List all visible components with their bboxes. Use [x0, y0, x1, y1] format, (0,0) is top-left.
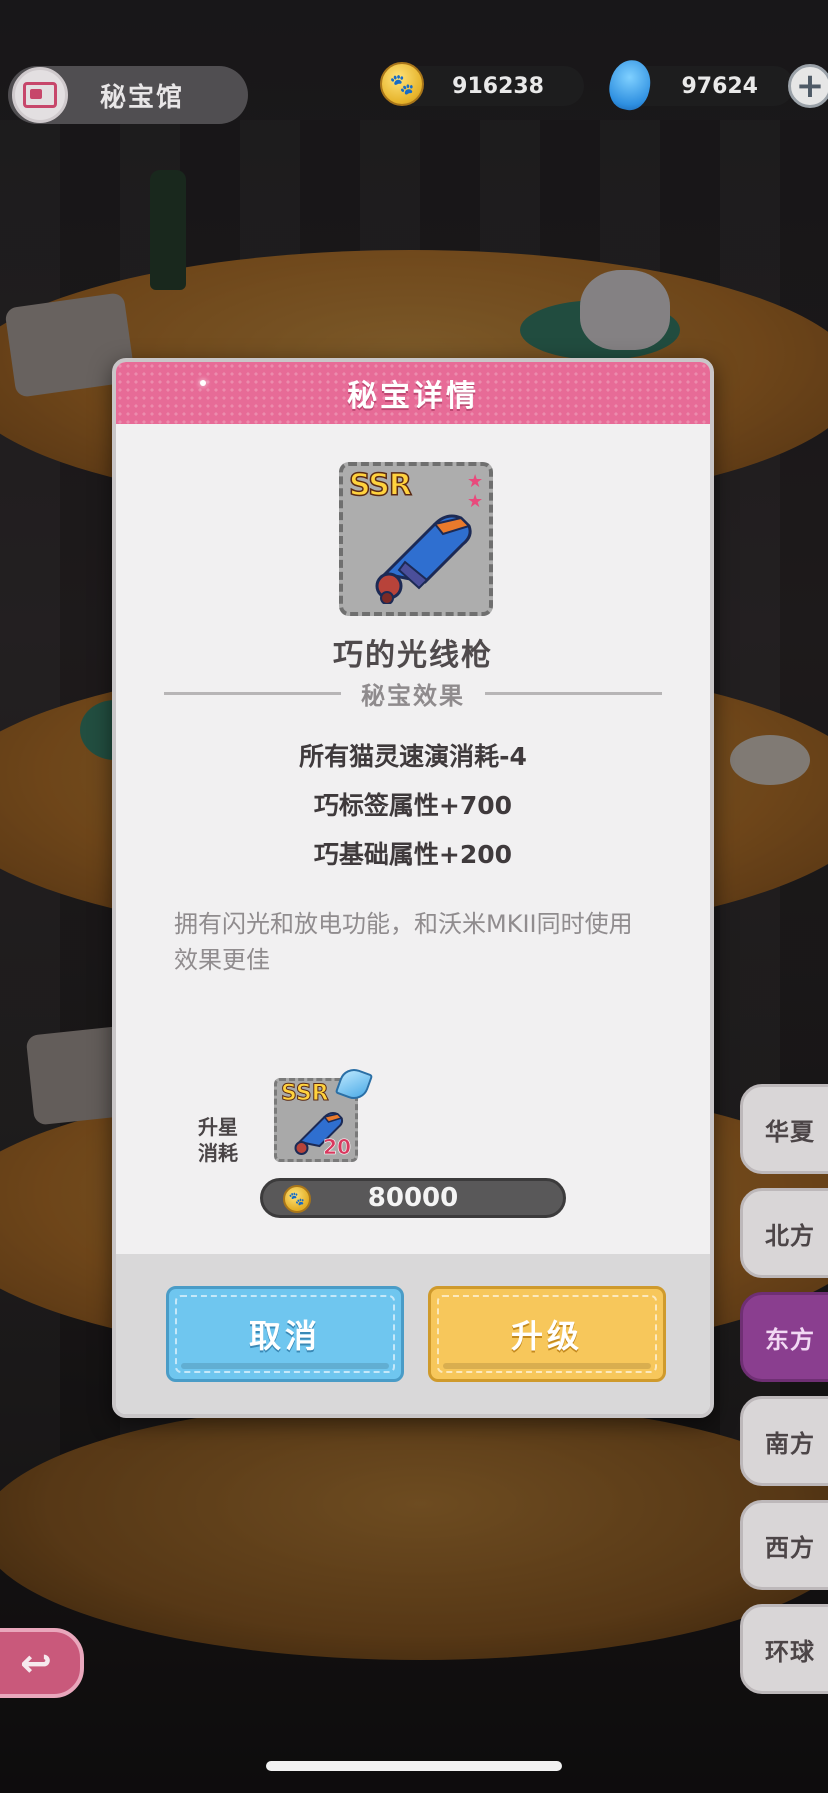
back-button[interactable]: ↩: [0, 1628, 84, 1698]
museum-title-bar: 秘宝馆: [8, 66, 248, 124]
cost-item-card[interactable]: SSR 20: [274, 1064, 374, 1162]
dialog-footer: 取消 升级: [116, 1254, 710, 1414]
upgrade-feather-icon: [334, 1064, 374, 1104]
page-title: 秘宝馆: [100, 82, 185, 113]
coin-value: 916238: [452, 73, 544, 99]
rarity-badge: SSR: [348, 467, 412, 504]
effect-item: 所有猫灵速演消耗-4: [299, 742, 527, 771]
divider-line: [485, 691, 662, 695]
region-tab-west[interactable]: 西方: [740, 1500, 828, 1590]
gem-value: 97624: [681, 73, 758, 99]
item-description: 拥有闪光和放电功能，和沃米MKII同时使用效果更佳: [174, 910, 633, 974]
upgrade-cost-label: 升星 消耗: [188, 1114, 248, 1166]
paw-coin-icon: 🐾: [380, 62, 424, 106]
divider-line: [164, 691, 341, 695]
dialog-title: 秘宝详情: [347, 379, 479, 414]
effects-section-header: 秘宝效果: [164, 678, 662, 710]
region-tab-huaxia[interactable]: 华夏: [740, 1084, 828, 1174]
cost-label-line: 升星: [198, 1115, 238, 1139]
coin-counter: 🐾 916238: [380, 62, 584, 106]
region-tab-south[interactable]: 南方: [740, 1396, 828, 1486]
museum-icon: [12, 67, 68, 123]
region-tab-north[interactable]: 北方: [740, 1188, 828, 1278]
upgrade-price-bar: 🐾 80000: [260, 1178, 566, 1218]
section-title: 秘宝效果: [361, 681, 465, 710]
item-name: 巧的光线枪: [333, 638, 493, 673]
gem-counter: 97624: [605, 56, 794, 114]
upgrade-button-label: 升级: [510, 1317, 583, 1355]
treasure-detail-dialog: 秘宝详情 SSR ★ ★ 巧的光线枪 秘宝效果 所有猫灵速演消耗-4 巧标签属性…: [112, 358, 714, 1418]
star-icon: ★: [467, 471, 484, 492]
cancel-button-label: 取消: [248, 1317, 321, 1355]
region-tab-east[interactable]: 东方: [740, 1292, 828, 1382]
home-indicator[interactable]: [266, 1761, 562, 1771]
cost-label-line: 消耗: [198, 1141, 238, 1165]
add-currency-button[interactable]: +: [788, 64, 828, 108]
back-arrow-icon: ↩: [20, 1641, 52, 1685]
cancel-button[interactable]: 取消: [166, 1286, 404, 1382]
upgrade-button[interactable]: 升级: [428, 1286, 666, 1382]
rarity-badge: SSR: [281, 1081, 330, 1107]
effect-item: 巧标签属性+700: [313, 791, 513, 820]
effects-list: 所有猫灵速演消耗-4 巧标签属性+700 巧基础属性+200: [116, 732, 710, 879]
upgrade-price: 80000: [367, 1183, 459, 1213]
dialog-header: 秘宝详情: [116, 362, 710, 424]
ray-gun-icon: [375, 514, 472, 604]
cost-item-count: 20: [323, 1135, 351, 1160]
region-tab-global[interactable]: 环球: [740, 1604, 828, 1694]
effect-item: 巧基础属性+200: [313, 840, 513, 869]
treasure-item-card[interactable]: SSR ★ ★: [339, 462, 493, 616]
sparkle-icon: [200, 380, 206, 386]
